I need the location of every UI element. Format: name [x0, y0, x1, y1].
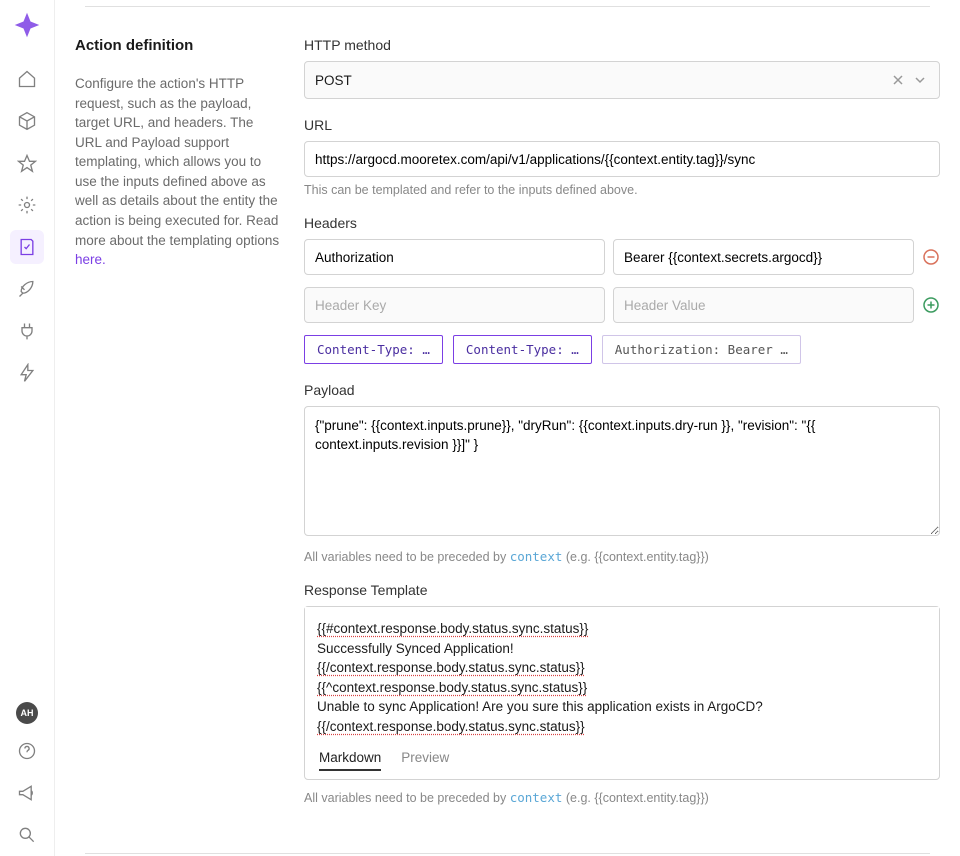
response-context-note: All variables need to be preceded by con…: [304, 790, 940, 805]
context-note-suffix: (e.g. {{context.entity.tag}}): [562, 550, 708, 564]
header-chip[interactable]: Content-Type: …: [453, 335, 592, 364]
header-chips: Content-Type: … Content-Type: … Authoriz…: [304, 335, 940, 364]
header-row-empty: [304, 287, 940, 323]
header-chip[interactable]: Content-Type: …: [304, 335, 443, 364]
response-template-label: Response Template: [304, 582, 940, 598]
context-note-suffix: (e.g. {{context.entity.tag}}): [562, 791, 708, 805]
nav-cube[interactable]: [10, 104, 44, 138]
context-note-text: All variables need to be preceded by: [304, 791, 510, 805]
context-note-text: All variables need to be preceded by: [304, 550, 510, 564]
remove-header-icon[interactable]: [922, 248, 940, 266]
header-value-input-empty[interactable]: [613, 287, 914, 323]
payload-textarea[interactable]: [304, 406, 940, 536]
nav-rocket[interactable]: [10, 272, 44, 306]
nav-settings[interactable]: [10, 188, 44, 222]
tab-preview[interactable]: Preview: [401, 746, 449, 771]
chevron-down-icon: [913, 73, 927, 87]
response-line: {{^context.response.body.status.sync.sta…: [317, 680, 587, 695]
header-key-input[interactable]: [304, 239, 605, 275]
nav-bolt[interactable]: [10, 356, 44, 390]
context-note-code: context: [510, 790, 563, 805]
http-method-select[interactable]: POST: [304, 61, 940, 99]
section-help-text: Configure the action's HTTP request, suc…: [75, 74, 280, 270]
section-title: Action definition: [75, 37, 280, 54]
response-template-area[interactable]: {{#context.response.body.status.sync.sta…: [304, 606, 940, 780]
url-helper-text: This can be templated and refer to the i…: [304, 183, 940, 197]
nav-help[interactable]: [10, 734, 44, 768]
http-method-label: HTTP method: [304, 37, 940, 53]
headers-label: Headers: [304, 215, 940, 231]
divider: [85, 853, 930, 854]
nav-checklist[interactable]: [10, 230, 44, 264]
response-line: Successfully Synced Application!: [317, 641, 514, 656]
tab-markdown[interactable]: Markdown: [319, 746, 381, 771]
help-link[interactable]: here.: [75, 252, 106, 267]
header-value-input[interactable]: [613, 239, 914, 275]
header-chip[interactable]: Authorization: Bearer …: [602, 335, 801, 364]
nav-plug[interactable]: [10, 314, 44, 348]
response-tabs: Markdown Preview: [305, 736, 939, 779]
http-method-value: POST: [315, 73, 352, 88]
nav-home[interactable]: [10, 62, 44, 96]
divider: [85, 6, 930, 7]
clear-icon[interactable]: [891, 73, 905, 87]
app-logo: [12, 10, 42, 40]
url-input[interactable]: [304, 141, 940, 177]
nav-search[interactable]: [10, 818, 44, 852]
add-header-icon[interactable]: [922, 296, 940, 314]
header-row: [304, 239, 940, 275]
response-line: {{#context.response.body.status.sync.sta…: [317, 621, 588, 636]
avatar[interactable]: AH: [16, 702, 38, 724]
main-content: Action definition Configure the action's…: [55, 0, 960, 856]
sidebar: AH: [0, 0, 55, 856]
response-line: Unable to sync Application! Are you sure…: [317, 699, 763, 714]
payload-context-note: All variables need to be preceded by con…: [304, 549, 940, 564]
response-line: {{/context.response.body.status.sync.sta…: [317, 660, 585, 675]
help-text-body: Configure the action's HTTP request, suc…: [75, 76, 279, 248]
url-label: URL: [304, 117, 940, 133]
nav-star[interactable]: [10, 146, 44, 180]
context-note-code: context: [510, 549, 563, 564]
nav-announce[interactable]: [10, 776, 44, 810]
payload-label: Payload: [304, 382, 940, 398]
header-key-input-empty[interactable]: [304, 287, 605, 323]
response-line: {{/context.response.body.status.sync.sta…: [317, 719, 585, 734]
